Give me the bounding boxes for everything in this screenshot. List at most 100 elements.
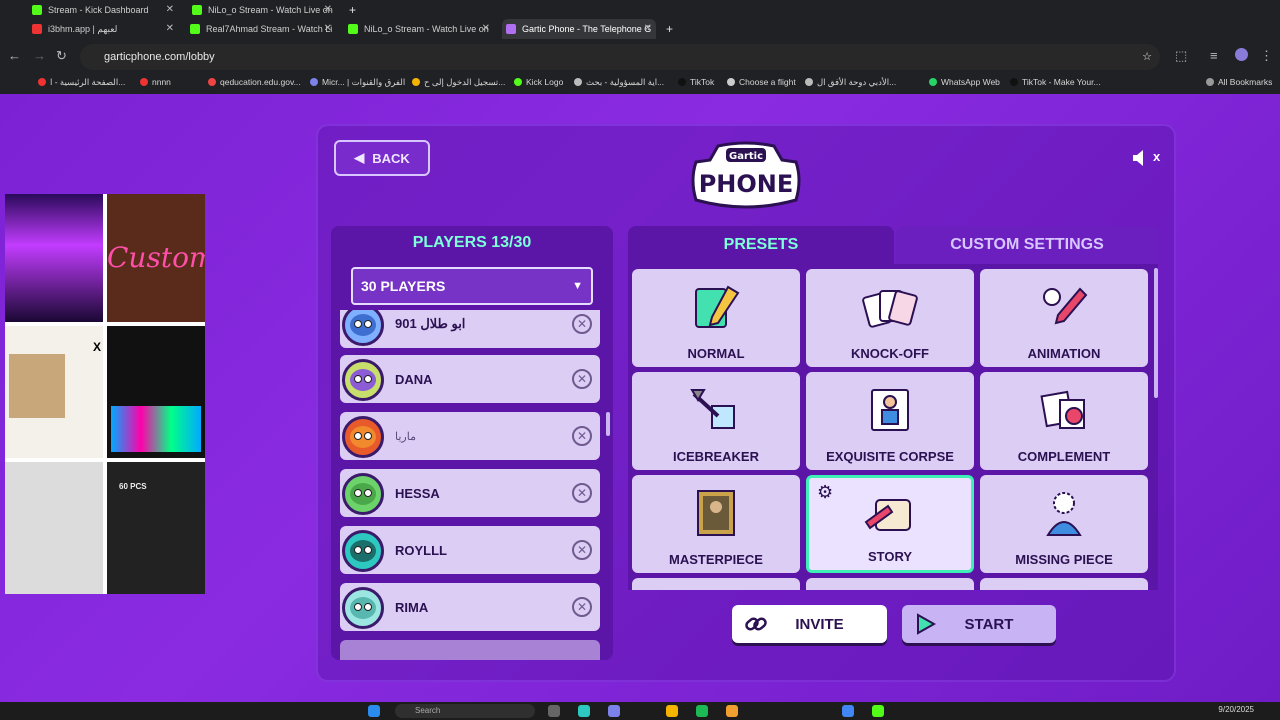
caret-left-icon: ◀ (354, 150, 365, 165)
close-tab-icon[interactable]: ✕ (644, 19, 652, 39)
kick-player-icon[interactable]: ✕ (572, 426, 592, 446)
puzzle-paper-icon (1040, 390, 1085, 429)
tab-kick-dashboard[interactable]: Stream - Kick Dashboard ✕ (28, 0, 178, 20)
gear-icon[interactable]: ⚙ (817, 482, 833, 503)
profile-avatar[interactable] (1235, 48, 1248, 61)
preset-label: MISSING PIECE (1015, 552, 1113, 567)
preset-animation[interactable]: ANIMATION (980, 269, 1148, 367)
tab-i3bhm[interactable]: i3bhm.app | لعبهم ✕ (28, 19, 178, 39)
cards-icon (862, 290, 918, 328)
tab-strip-2: i3bhm.app | لعبهم ✕ Real7Ahmad Stream - W… (0, 19, 1280, 39)
kick-icon (192, 5, 202, 15)
max-players-select[interactable]: 30 PLAYERS ▼ (351, 267, 593, 305)
bookmark-item[interactable]: WhatsApp Web (929, 73, 1000, 91)
bookmark-item[interactable]: TikTok - Make Your... (1010, 73, 1101, 91)
bookmark-item[interactable]: Kick Logo (514, 73, 563, 91)
close-tab-icon[interactable]: ✕ (324, 19, 332, 39)
wall-panel-image: X (5, 326, 103, 458)
back-button[interactable]: ◀ BACK (334, 140, 430, 176)
bookmark-item[interactable]: TikTok (678, 73, 714, 91)
logo-top-text: Gartic (729, 151, 763, 162)
tab-custom-settings[interactable]: CUSTOM SETTINGS (896, 226, 1158, 264)
address-bar[interactable]: garticphone.com/lobby ☆ (80, 44, 1160, 70)
bookmark-item[interactable]: qeducation.edu.gov... (208, 73, 301, 91)
bookmark-star-icon[interactable]: ☆ (1142, 44, 1152, 70)
kick-player-icon[interactable]: ✕ (572, 369, 592, 389)
kick-player-icon[interactable]: ✕ (572, 540, 592, 560)
speaker-icon (1133, 150, 1143, 166)
bookmark-item[interactable]: الصفحة الرئيسية - ا... (38, 73, 125, 91)
tab-nilo-stream[interactable]: NiLo_o Stream - Watch Live on ✕ (188, 0, 336, 20)
preset-story[interactable]: ⚙ STORY (806, 475, 974, 573)
kick-icon (32, 5, 42, 15)
logo-main-text: PHONE (699, 170, 794, 198)
triangle-down-icon: ▼ (572, 280, 583, 292)
player-avatar (342, 587, 384, 629)
bookmark-item[interactable]: تسجيل الدخول إلى ح... (412, 73, 505, 91)
tab-presets[interactable]: PRESETS (628, 226, 894, 264)
preset-label: COMPLEMENT (1017, 449, 1111, 464)
browser-chrome: Stream - Kick Dashboard ✕ NiLo_o Stream -… (0, 0, 1280, 94)
reload-icon[interactable]: ↻ (56, 48, 67, 64)
start-button[interactable]: START (902, 605, 1056, 643)
taskbar-app-icon[interactable] (872, 705, 884, 717)
back-arrow-icon[interactable]: ← (8, 48, 21, 63)
extensions-icon[interactable]: ⬚ (1175, 48, 1187, 64)
presets-scrollbar[interactable] (1154, 268, 1158, 398)
bookmark-item[interactable]: Choose a flight (727, 73, 796, 91)
taskbar-app-icon[interactable] (578, 705, 590, 717)
bookmark-item[interactable]: اية المسؤولية - بحث... (574, 73, 664, 91)
players-scrollbar[interactable] (606, 412, 610, 436)
bookmark-item[interactable]: Micr... | الفرق والقنوات (310, 73, 405, 91)
kick-player-icon[interactable]: ✕ (572, 597, 592, 617)
player-row: HESSA ✕ (340, 469, 600, 517)
close-tab-icon[interactable]: ✕ (166, 0, 174, 20)
close-tab-icon[interactable]: ✕ (166, 19, 174, 39)
close-tab-icon[interactable]: ✕ (482, 19, 490, 39)
kick-player-icon[interactable]: ✕ (572, 483, 592, 503)
paper-figure-icon (871, 389, 909, 431)
player-row: 901 ابو طلال ✕ (340, 310, 600, 348)
taskbar-search[interactable]: Search (395, 704, 535, 718)
player-row: DANA ✕ (340, 355, 600, 403)
taskbar-app-icon[interactable] (726, 705, 738, 717)
taskbar-app-icon[interactable] (696, 705, 708, 717)
close-tab-icon[interactable]: ✕ (324, 0, 332, 20)
preset-missing-piece[interactable]: MISSING PIECE (980, 475, 1148, 573)
new-tab-icon[interactable]: + (666, 22, 673, 36)
preset-masterpiece[interactable]: MASTERPIECE (632, 475, 800, 573)
preset-complement[interactable]: COMPLEMENT (980, 372, 1148, 470)
players-title: PLAYERS 13/30 (412, 234, 532, 251)
bookmark-item[interactable]: nnnn (140, 73, 171, 91)
taskbar-app-icon[interactable] (548, 705, 560, 717)
preset-icebreaker[interactable]: ICEBREAKER (632, 372, 800, 470)
media-icon[interactable]: ≡ (1210, 48, 1218, 63)
phone-icon (506, 24, 516, 34)
tab-real7ahmad[interactable]: Real7Ahmad Stream - Watch Li ✕ (186, 19, 336, 39)
chrome-icon[interactable] (842, 705, 854, 717)
forward-arrow-icon[interactable]: → (33, 48, 46, 63)
all-bookmarks[interactable]: All Bookmarks (1206, 73, 1272, 91)
player-name: ROYLLL (395, 542, 447, 558)
new-tab-icon[interactable]: + (349, 3, 356, 17)
tab-gartic-phone[interactable]: Gartic Phone - The Telephone G ✕ (502, 19, 656, 39)
preset-normal[interactable]: NORMAL (632, 269, 800, 367)
taskbar-app-icon[interactable] (608, 705, 620, 717)
invite-button[interactable]: INVITE (732, 605, 887, 643)
preset-exquisite-corpse[interactable]: EXQUISITE CORPSE (806, 372, 974, 470)
kick-player-icon[interactable]: ✕ (572, 314, 592, 334)
preset-knock-off[interactable]: KNOCK-OFF (806, 269, 974, 367)
taskbar-app-icon[interactable] (666, 705, 678, 717)
player-avatar (342, 310, 384, 346)
tab-title: NiLo_o Stream - Watch Live on (364, 24, 489, 34)
preset-label: ICEBREAKER (673, 449, 759, 464)
windows-start-icon[interactable] (368, 705, 380, 717)
mute-x: x (1153, 149, 1161, 164)
tab-nilo-stream-2[interactable]: NiLo_o Stream - Watch Live on ✕ (344, 19, 494, 39)
app-icon (32, 24, 42, 34)
mute-button[interactable]: x (1133, 148, 1163, 168)
tab-title: NiLo_o Stream - Watch Live on (208, 5, 333, 15)
bookmark-item[interactable]: الأدبي دوحة الأفق ال... (805, 73, 896, 91)
menu-icon[interactable]: ⋮ (1260, 48, 1273, 64)
bookmarks-bar: الصفحة الرئيسية - ا... nnnn qeducation.e… (0, 73, 1280, 91)
